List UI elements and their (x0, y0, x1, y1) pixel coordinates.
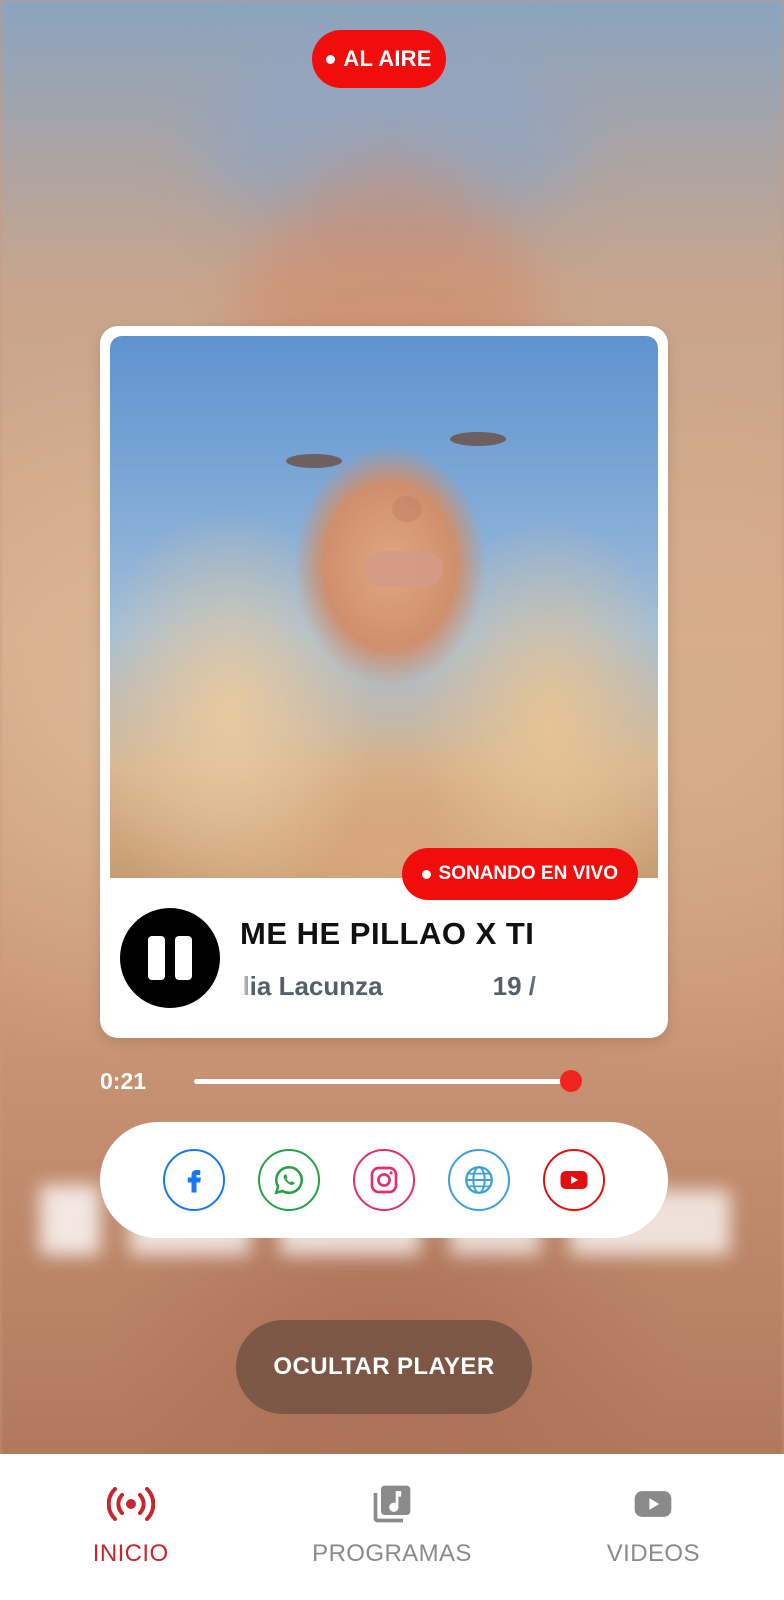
tab-inicio[interactable]: INICIO (31, 1454, 231, 1568)
social-links-bar (100, 1122, 668, 1238)
progress-knob[interactable] (560, 1070, 582, 1092)
facebook-icon (187, 1170, 201, 1193)
whatsapp-icon (274, 1165, 303, 1195)
cover-detail (392, 496, 422, 522)
music-library-icon (364, 1476, 420, 1532)
cover-detail (365, 551, 443, 587)
tab-videos[interactable]: VIDEOS (553, 1454, 753, 1568)
tab-programas[interactable]: PROGRAMAS (292, 1454, 492, 1568)
radio-broadcast-icon (103, 1476, 159, 1532)
facebook-button[interactable] (163, 1149, 225, 1211)
album-cover (110, 336, 658, 878)
badge-dot-icon (421, 869, 431, 879)
instagram-button[interactable] (353, 1149, 415, 1211)
live-indicator: AL AIRE (312, 30, 446, 88)
hide-player-button[interactable]: OCULTAR PLAYER (236, 1320, 532, 1414)
artist-ticker: alia Lacunza 19 / (240, 968, 556, 1004)
website-button[interactable] (448, 1149, 510, 1211)
live-dot-icon (326, 54, 336, 64)
song-title: ME HE PILLAO X TI (240, 916, 535, 951)
youtube-play-icon (625, 1476, 681, 1532)
elapsed-time: 0:21 (100, 1068, 147, 1094)
live-playing-badge: SONANDO EN VIVO (401, 848, 638, 900)
live-playing-label: SONANDO EN VIVO (438, 863, 618, 884)
bottom-tab-bar: INICIO PROGRAMAS VIDEOS (0, 1454, 784, 1600)
cover-detail (286, 454, 342, 468)
youtube-button[interactable] (543, 1149, 605, 1211)
progress-track[interactable] (194, 1079, 572, 1084)
pause-icon-bar (175, 936, 192, 980)
tab-label-inicio: INICIO (92, 1540, 169, 1567)
live-label: AL AIRE (343, 46, 432, 71)
whatsapp-button[interactable] (258, 1149, 320, 1211)
youtube-icon (560, 1171, 588, 1189)
ticker-tail: 19 / (492, 971, 536, 1001)
artist-name: alia Lacunza (240, 971, 383, 1001)
instagram-icon (370, 1166, 398, 1194)
tab-label-programas: PROGRAMAS (312, 1540, 472, 1567)
now-playing-card: SONANDO EN VIVO ME HE PILLAO X TI alia L… (100, 326, 668, 1038)
pause-button[interactable] (120, 908, 220, 1008)
cover-detail (450, 432, 506, 446)
tab-label-videos: VIDEOS (606, 1540, 700, 1567)
globe-icon (465, 1166, 493, 1194)
pause-icon (148, 936, 165, 980)
